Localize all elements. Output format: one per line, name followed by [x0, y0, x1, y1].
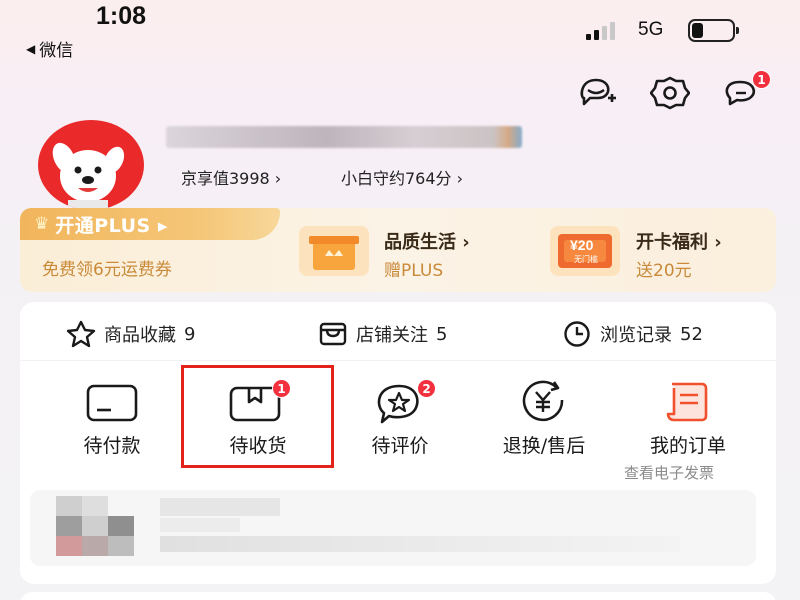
clock-icon [564, 321, 590, 347]
cellular-signal-icon [586, 22, 615, 40]
perk-card-benefit-sub: 送20元 [636, 261, 692, 281]
browsing-history-label: 浏览记录 [600, 325, 672, 346]
back-to-app-link[interactable]: ◀ 微信 [26, 36, 73, 61]
credit-score-link[interactable]: 小白守约764分 › [341, 165, 463, 189]
order-pending-review[interactable]: 待评价 [352, 431, 448, 458]
store-icon [319, 322, 347, 346]
back-app-label: 微信 [39, 41, 74, 61]
favorites-stores-label: 店铺关注 [356, 325, 428, 346]
coupon-amount: ¥20 [570, 237, 594, 253]
coupon-note: 无门槛 [574, 255, 598, 264]
coupon-icon: ¥20 无门槛 [550, 226, 620, 276]
divider [20, 360, 776, 361]
network-type: 5G [638, 19, 664, 40]
plus-subtitle: 免费领6元运费券 [42, 260, 172, 280]
username-blurred [166, 126, 522, 148]
order-refund[interactable]: 退换/售后 [484, 431, 604, 458]
plus-open-button[interactable]: ♛ 开通PLUS ▸ [20, 208, 280, 240]
logistics-info-blurred[interactable] [30, 490, 756, 566]
highlight-box [181, 365, 334, 468]
gift-box-icon [299, 226, 369, 276]
card-icon[interactable] [85, 380, 139, 424]
perk-quality-life-sub: 赠PLUS [384, 261, 444, 281]
view-e-invoice-link[interactable]: 查看电子发票 [624, 462, 714, 483]
perk-quality-life-title[interactable]: 品质生活 › [384, 228, 470, 254]
jd-score-link[interactable]: 京享值3998 › [181, 165, 281, 189]
add-friend-icon[interactable] [578, 76, 618, 110]
message-badge: 1 [752, 70, 771, 89]
browsing-history-count: 52 [680, 323, 703, 345]
battery-icon [688, 19, 739, 42]
favorites-products-label: 商品收藏 [104, 325, 176, 346]
order-pending-payment[interactable]: 待付款 [72, 431, 152, 458]
perk-card-benefit-title[interactable]: 开卡福利 › [636, 228, 722, 254]
star-icon [66, 320, 96, 348]
next-card-edge [20, 592, 776, 600]
crown-icon: ♛ [34, 214, 50, 234]
favorites-stores[interactable]: 店铺关注 5 [318, 320, 447, 348]
settings-icon[interactable] [649, 76, 691, 110]
favorites-stores-count: 5 [436, 323, 448, 345]
order-list-icon[interactable] [660, 380, 714, 424]
favorites-products[interactable]: 商品收藏 9 [66, 320, 195, 348]
my-orders[interactable]: 我的订单 [630, 431, 746, 458]
pending-review-badge: 2 [417, 379, 436, 398]
favorites-products-count: 9 [184, 323, 196, 345]
plus-tag-label: 开通PLUS ▸ [55, 214, 168, 237]
refund-icon[interactable] [516, 380, 570, 424]
avatar[interactable] [38, 120, 144, 210]
browsing-history[interactable]: 浏览记录 52 [562, 320, 703, 348]
status-time: 1:08 [96, 2, 147, 30]
back-triangle-icon: ◀ [26, 41, 36, 56]
